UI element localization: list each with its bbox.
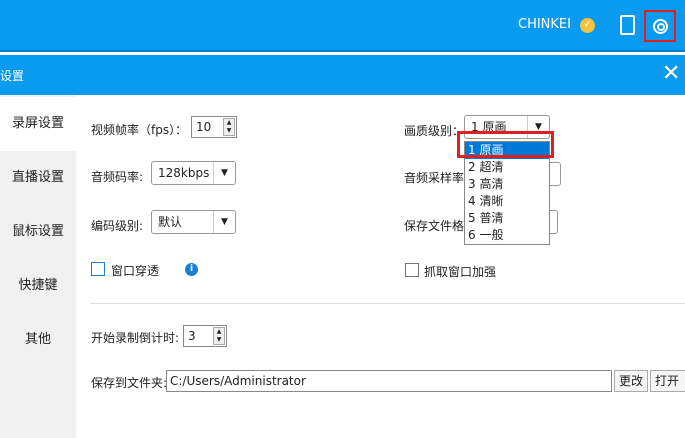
highlight-box <box>457 131 554 158</box>
dialog-titlebar: 设置 ✕ <box>0 55 685 95</box>
countdown-value: 3 <box>188 329 196 343</box>
audio-bitrate-value: 128kbps <box>158 166 210 180</box>
sidebar-item-hotkeys[interactable]: 快捷键 <box>0 259 76 313</box>
chevron-down-icon: ▼ <box>213 162 235 184</box>
quality-option[interactable]: 6 一般 <box>465 227 549 244</box>
fps-value: 10 <box>196 120 212 134</box>
phone-icon[interactable] <box>620 15 635 35</box>
countdown-label: 开始录制倒计时: <box>91 331 180 345</box>
save-to-label: 保存到文件夹: <box>91 376 168 390</box>
save-format-label: 保存文件格 <box>404 219 465 233</box>
encode-level-select[interactable]: 默认 ▼ <box>151 210 236 234</box>
change-folder-button[interactable]: 更改 <box>614 370 649 392</box>
quality-option[interactable]: 2 超清 <box>465 159 549 176</box>
settings-button[interactable] <box>644 10 676 42</box>
audio-bitrate-select[interactable]: 128kbps ▼ <box>151 161 236 185</box>
capture-enhance-checkbox[interactable] <box>405 263 419 277</box>
window-through-label: 窗口穿透 <box>111 264 160 278</box>
capture-enhance-label: 抓取窗口加强 <box>424 265 497 279</box>
countdown-stepper[interactable]: 3 ▲ ▼ <box>183 325 227 347</box>
info-icon[interactable]: i <box>185 263 198 276</box>
quality-option[interactable]: 4 清晰 <box>465 193 549 210</box>
audio-bitrate-label: 音频码率: <box>91 170 144 184</box>
save-path-input[interactable]: C:/Users/Administrator <box>166 370 612 392</box>
fps-label: 视频帧率（fps）： <box>91 123 188 137</box>
top-bar: CHINKEI ✓ <box>0 0 685 52</box>
vip-badge-icon: ✓ <box>580 18 595 33</box>
encode-level-value: 默认 <box>158 215 183 229</box>
sidebar-item-mouse[interactable]: 鼠标设置 <box>0 205 76 259</box>
close-icon[interactable]: ✕ <box>662 61 680 86</box>
stepper-arrows-icon[interactable]: ▲ ▼ <box>213 327 225 345</box>
quality-option[interactable]: 5 普清 <box>465 210 549 227</box>
window-through-checkbox[interactable] <box>91 262 105 276</box>
open-folder-button[interactable]: 打开 <box>650 370 685 392</box>
quality-label: 画质级别： <box>404 124 465 138</box>
sidebar-item-live[interactable]: 直播设置 <box>0 151 76 205</box>
stepper-arrows-icon[interactable]: ▲ ▼ <box>223 118 235 136</box>
sidebar-item-other[interactable]: 其他 <box>0 313 76 367</box>
settings-sidebar: 录屏设置 直播设置 鼠标设置 快捷键 其他 <box>0 95 76 438</box>
encode-level-label: 编码级别: <box>91 219 144 233</box>
divider <box>90 303 685 304</box>
quality-option[interactable]: 3 高清 <box>465 176 549 193</box>
gear-icon <box>653 19 668 34</box>
sample-rate-label: 音频采样率 <box>404 171 465 185</box>
fps-stepper[interactable]: 10 ▲ ▼ <box>191 116 237 138</box>
username[interactable]: CHINKEI <box>518 17 571 32</box>
dialog-title: 设置 <box>0 69 25 83</box>
chevron-down-icon: ▼ <box>213 211 235 233</box>
sidebar-item-record[interactable]: 录屏设置 <box>0 97 76 151</box>
